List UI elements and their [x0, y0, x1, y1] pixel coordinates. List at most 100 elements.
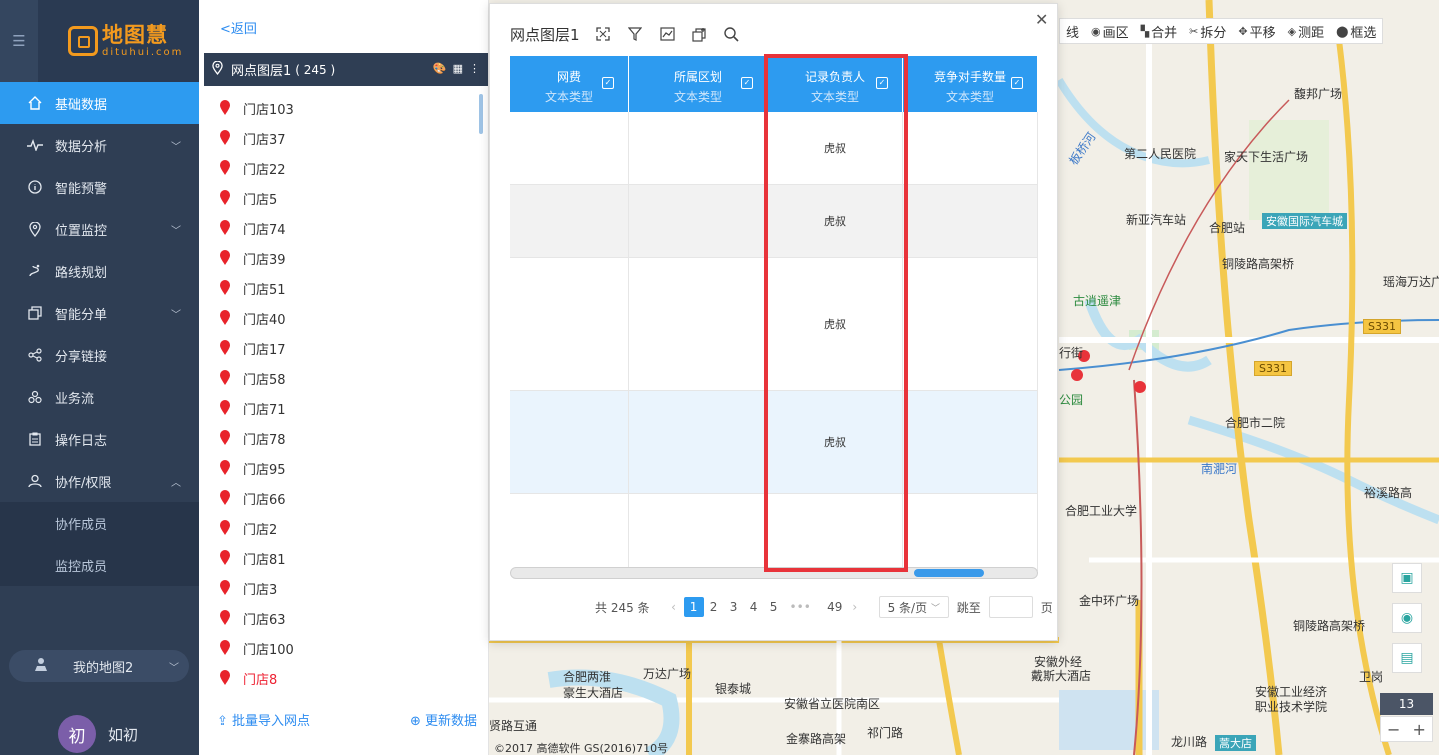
- zoom-out-button[interactable]: −: [1381, 717, 1407, 741]
- page-number[interactable]: 4: [744, 597, 764, 617]
- table-cell[interactable]: [629, 185, 768, 258]
- back-link[interactable]: <返回: [220, 18, 257, 37]
- grid-icon[interactable]: ▦: [453, 62, 463, 75]
- shop-list-item[interactable]: 门店63: [199, 603, 479, 633]
- table-row[interactable]: 虎叔: [510, 258, 1038, 391]
- toolbar-button[interactable]: ✂ 拆分: [1183, 22, 1232, 41]
- shop-list-item[interactable]: 门店51: [199, 273, 479, 303]
- table-cell[interactable]: [510, 258, 629, 391]
- table-cell[interactable]: [903, 391, 1038, 494]
- table-cell[interactable]: [903, 258, 1038, 391]
- zoom-in-button[interactable]: +: [1407, 717, 1433, 741]
- nav-item-workflow[interactable]: 业务流: [0, 376, 199, 418]
- shop-list-item[interactable]: 门店22: [199, 153, 479, 183]
- shop-list-item[interactable]: 门店8: [199, 663, 479, 693]
- shop-list-item[interactable]: 门店39: [199, 243, 479, 273]
- toolbar-button[interactable]: ▚ 合并: [1135, 22, 1183, 41]
- nav-item-data-analysis[interactable]: 数据分析 ﹀: [0, 124, 199, 166]
- save-icon[interactable]: ▣: [1392, 563, 1422, 593]
- expand-icon[interactable]: [594, 25, 612, 43]
- column-header[interactable]: 所属区划 文本类型 ✓: [629, 56, 768, 112]
- nav-item-location-monitor[interactable]: 位置监控 ﹀: [0, 208, 199, 250]
- my-map-selector[interactable]: 我的地图2 ﹀: [9, 650, 189, 682]
- user-profile[interactable]: 初 如初: [58, 715, 138, 753]
- toolbar-button[interactable]: 线: [1060, 22, 1085, 41]
- column-header[interactable]: 竞争对手数量 文本类型 ✓: [903, 56, 1038, 112]
- table-cell[interactable]: [510, 185, 629, 258]
- table-cell[interactable]: 虎叔: [768, 258, 903, 391]
- shop-list-item[interactable]: 门店17: [199, 333, 479, 363]
- table-cell[interactable]: [903, 494, 1038, 571]
- column-header[interactable]: 网费 文本类型 ✓: [510, 56, 629, 112]
- page-number[interactable]: •••: [790, 597, 811, 617]
- page-number[interactable]: 1: [683, 597, 704, 617]
- column-header[interactable]: 记录负责人 文本类型 ✓: [768, 56, 903, 112]
- logo[interactable]: 地图慧 dituhui.com: [68, 24, 183, 58]
- table-row[interactable]: 虎叔: [510, 391, 1038, 494]
- toolbar-button[interactable]: ◉ 画区: [1085, 22, 1135, 41]
- table-cell[interactable]: [629, 494, 768, 571]
- nav-item-smart-dispatch[interactable]: 智能分单 ﹀: [0, 292, 199, 334]
- toolbar-button[interactable]: ◈ 测距: [1282, 22, 1330, 41]
- table-row[interactable]: 虎叔: [510, 185, 1038, 258]
- table-cell[interactable]: 虎叔: [768, 185, 903, 258]
- page-number[interactable]: 2: [704, 597, 724, 617]
- table-cell[interactable]: [629, 391, 768, 494]
- search-icon[interactable]: [722, 25, 740, 43]
- nav-item-share-link[interactable]: 分享链接: [0, 334, 199, 376]
- shop-list-item[interactable]: 门店40: [199, 303, 479, 333]
- shop-list-item[interactable]: 门店58: [199, 363, 479, 393]
- table-cell[interactable]: [768, 494, 903, 571]
- table-cell[interactable]: 虎叔: [768, 112, 903, 185]
- table-cell[interactable]: [903, 112, 1038, 185]
- add-layer-icon[interactable]: [690, 25, 708, 43]
- nav-item-operation-log[interactable]: 操作日志: [0, 418, 199, 460]
- shop-list-item[interactable]: 门店5: [199, 183, 479, 213]
- shop-list-item[interactable]: 门店2: [199, 513, 479, 543]
- checkbox-icon[interactable]: ✓: [741, 77, 753, 89]
- nav-item-route-planning[interactable]: 路线规划: [0, 250, 199, 292]
- table-horizontal-scrollbar[interactable]: [510, 567, 1038, 579]
- checkbox-icon[interactable]: ✓: [602, 77, 614, 89]
- table-cell[interactable]: [510, 391, 629, 494]
- table-cell[interactable]: [629, 258, 768, 391]
- checkbox-icon[interactable]: ✓: [876, 77, 888, 89]
- next-page-icon[interactable]: ›: [845, 597, 865, 617]
- table-row[interactable]: 虎叔: [510, 112, 1038, 185]
- shop-list-item[interactable]: 门店78: [199, 423, 479, 453]
- close-icon[interactable]: ✕: [1035, 10, 1048, 29]
- shop-list-item[interactable]: 门店95: [199, 453, 479, 483]
- page-number[interactable]: 5: [764, 597, 784, 617]
- batch-import-button[interactable]: ⇪ 批量导入网点: [217, 710, 310, 729]
- toolbar-button[interactable]: ⬤ 框选: [1330, 22, 1382, 41]
- table-cell[interactable]: [510, 112, 629, 185]
- table-cell[interactable]: [629, 112, 768, 185]
- shop-list-item[interactable]: 门店71: [199, 393, 479, 423]
- palette-icon[interactable]: 🎨: [433, 62, 447, 75]
- shop-list-item[interactable]: 门店100: [199, 633, 479, 663]
- table-row[interactable]: [510, 494, 1038, 571]
- nav-item-smart-alert[interactable]: 智能预警: [0, 166, 199, 208]
- filter-icon[interactable]: [626, 25, 644, 43]
- table-cell[interactable]: [510, 494, 629, 571]
- chart-icon[interactable]: [658, 25, 676, 43]
- page-number[interactable]: 3: [724, 597, 744, 617]
- page-size-select[interactable]: 5 条/页 ﹀: [878, 596, 949, 618]
- toolbar-button[interactable]: ✥ 平移: [1232, 22, 1281, 41]
- shop-list-item[interactable]: 门店37: [199, 123, 479, 153]
- nav-sub-collab-members[interactable]: 协作成员: [0, 502, 199, 544]
- page-number[interactable]: 49: [825, 597, 845, 617]
- shop-list-item[interactable]: 门店81: [199, 543, 479, 573]
- table-cell[interactable]: 虎叔: [768, 391, 903, 494]
- nav-item-collaboration[interactable]: 协作/权限 ︿: [0, 460, 199, 502]
- nav-sub-monitor-members[interactable]: 监控成员: [0, 544, 199, 586]
- table-cell[interactable]: [903, 185, 1038, 258]
- layer-header[interactable]: 网点图层1 ( 245 ) 🎨 ▦ ⋮: [204, 53, 488, 86]
- shop-list-item[interactable]: 门店66: [199, 483, 479, 513]
- shop-list-item[interactable]: 门店3: [199, 573, 479, 603]
- eye-icon[interactable]: ◉: [1392, 603, 1422, 633]
- list-scrollbar[interactable]: [479, 94, 483, 134]
- prev-page-icon[interactable]: ‹: [664, 597, 684, 617]
- more-icon[interactable]: ⋮: [469, 62, 480, 75]
- shop-list-item[interactable]: 门店103: [199, 93, 479, 123]
